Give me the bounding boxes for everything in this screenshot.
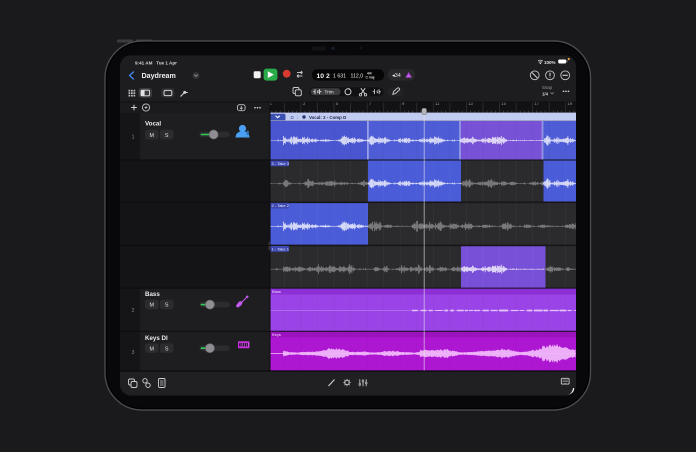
svg-text:1: 1 [132, 135, 135, 141]
svg-text:Vocal: 2 - Comp D: Vocal: 2 - Comp D [309, 115, 346, 120]
svg-text:Trim: Trim [325, 90, 334, 95]
svg-text:2 - Take 2: 2 - Take 2 [272, 203, 290, 208]
svg-text:S: S [165, 303, 169, 309]
svg-text:Bass: Bass [145, 291, 160, 298]
svg-text:Bass: Bass [272, 289, 281, 294]
svg-text:M: M [149, 133, 154, 139]
svg-text:Keys: Keys [272, 332, 281, 337]
svg-text:Vocal: Vocal [145, 121, 161, 128]
svg-text:9:41 AM Tue 1 Apr: 9:41 AM Tue 1 Apr [135, 61, 177, 66]
svg-text:3: 3 [132, 350, 135, 356]
svg-text:1/4: 1/4 [542, 92, 549, 97]
svg-text:D ⋮: D ⋮ [291, 115, 300, 120]
svg-text:2: 2 [132, 308, 135, 314]
svg-text:M: M [149, 303, 154, 309]
svg-text:Snap: Snap [542, 85, 553, 90]
svg-text:Daydream: Daydream [142, 72, 176, 80]
svg-text:Keys DI: Keys DI [145, 335, 168, 342]
svg-text:112,0: 112,0 [351, 73, 364, 79]
svg-text:1 - Take 1: 1 - Take 1 [272, 246, 290, 251]
svg-text:S: S [165, 133, 169, 139]
svg-text:S: S [165, 346, 169, 352]
svg-text:3 - Take 3: 3 - Take 3 [272, 161, 290, 166]
svg-text:10 2: 10 2 [317, 73, 330, 80]
svg-text:100%: 100% [544, 60, 556, 65]
svg-text:◂34: ◂34 [392, 73, 401, 79]
svg-text:M: M [149, 346, 154, 352]
svg-text:C maj: C maj [366, 75, 375, 79]
svg-text:1 631: 1 631 [333, 73, 346, 79]
